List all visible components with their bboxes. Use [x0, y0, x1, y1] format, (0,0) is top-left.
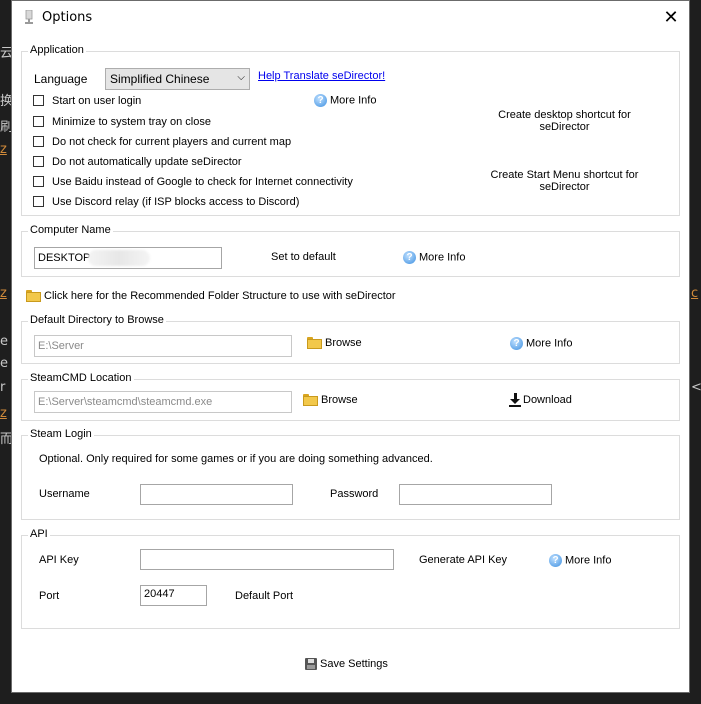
- no-auto-update-checkbox[interactable]: [33, 156, 44, 167]
- application-group: Application Language Simplified Chinese …: [21, 44, 680, 216]
- start-on-login-checkbox[interactable]: [33, 95, 44, 106]
- background-text: z: [0, 142, 7, 157]
- port-input[interactable]: 20447: [140, 585, 207, 606]
- password-input[interactable]: [399, 484, 552, 505]
- more-info-label: More Info: [526, 337, 573, 350]
- download-icon: [509, 393, 521, 407]
- computer-name-value: DESKTOP: [38, 252, 91, 264]
- save-icon: [305, 658, 317, 671]
- steam-login-legend: Steam Login: [28, 428, 94, 440]
- steam-login-note: Optional. Only required for some games o…: [39, 453, 433, 465]
- background-text: z: [0, 286, 7, 301]
- folder-structure-link[interactable]: Click here for the Recommended Folder St…: [26, 290, 396, 303]
- browse-label: Browse: [325, 337, 362, 349]
- background-text: r: [0, 380, 6, 395]
- api-legend: API: [28, 528, 50, 540]
- computer-name-legend: Computer Name: [28, 224, 113, 236]
- more-info-label: More Info: [330, 94, 377, 107]
- api-group: API API Key Generate API Key ? More Info …: [21, 528, 680, 629]
- window-title: Options: [42, 10, 93, 25]
- computer-name-group: Computer Name DESKTOP Set to default ? Mo…: [21, 224, 680, 277]
- help-translate-link[interactable]: Help Translate seDirector!: [258, 70, 385, 82]
- download-button[interactable]: Download: [509, 393, 572, 407]
- checkbox-label: Do not automatically update seDirector: [52, 156, 242, 168]
- no-player-check-checkbox[interactable]: [33, 136, 44, 147]
- checkbox-label: Use Discord relay (if ISP blocks access …: [52, 196, 300, 208]
- checkbox-label: Use Baidu instead of Google to check for…: [52, 176, 353, 188]
- username-input[interactable]: [140, 484, 293, 505]
- app-icon: [25, 10, 33, 24]
- default-port-button[interactable]: Default Port: [235, 590, 293, 602]
- chevron-down-icon: ⌵: [237, 72, 245, 83]
- checkbox-label: Do not check for current players and cur…: [52, 136, 292, 148]
- more-info-label: More Info: [565, 554, 612, 567]
- default-directory-group: Default Directory to Browse E:\Server Br…: [21, 314, 680, 364]
- info-icon: ?: [510, 337, 523, 350]
- title-bar: Options ✕: [12, 1, 689, 33]
- info-icon: ?: [314, 94, 327, 107]
- api-key-input[interactable]: [140, 549, 394, 570]
- api-key-label: API Key: [39, 554, 79, 566]
- background-text: e: [0, 356, 8, 371]
- redacted-blur: [88, 250, 150, 266]
- info-icon: ?: [403, 251, 416, 264]
- background-text: c: [691, 286, 699, 301]
- username-label: Username: [39, 488, 90, 500]
- create-desktop-shortcut-button[interactable]: Create desktop shortcut for seDirector: [487, 109, 642, 133]
- folder-icon: [303, 394, 318, 407]
- language-label: Language: [34, 72, 88, 86]
- checkbox-label: Start on user login: [52, 95, 142, 107]
- more-info-button[interactable]: ? More Info: [314, 94, 376, 107]
- info-icon: ?: [549, 554, 562, 567]
- folder-icon: [26, 290, 41, 303]
- create-start-menu-shortcut-button[interactable]: Create Start Menu shortcut for seDirecto…: [487, 169, 642, 193]
- background-text: z: [0, 406, 7, 421]
- folder-structure-label: Click here for the Recommended Folder St…: [44, 290, 396, 302]
- checkbox-label: Minimize to system tray on close: [52, 116, 211, 128]
- steamcmd-location-value: E:\Server\steamcmd\steamcmd.exe: [38, 396, 213, 408]
- steamcmd-group: SteamCMD Location E:\Server\steamcmd\ste…: [21, 372, 680, 421]
- more-info-label: More Info: [419, 251, 466, 264]
- steamcmd-location-input[interactable]: E:\Server\steamcmd\steamcmd.exe: [34, 391, 292, 413]
- application-legend: Application: [28, 44, 86, 56]
- browse-button[interactable]: Browse: [303, 394, 358, 407]
- browse-label: Browse: [321, 394, 358, 406]
- background-text: e: [0, 334, 8, 349]
- default-directory-legend: Default Directory to Browse: [28, 314, 166, 326]
- steamcmd-legend: SteamCMD Location: [28, 372, 134, 384]
- use-baidu-checkbox[interactable]: [33, 176, 44, 187]
- default-directory-value: E:\Server: [38, 340, 84, 352]
- options-window: Options ✕ Application Language Simplifie…: [11, 0, 690, 693]
- set-to-default-button[interactable]: Set to default: [271, 251, 336, 263]
- port-label: Port: [39, 590, 60, 602]
- default-directory-input[interactable]: E:\Server: [34, 335, 292, 357]
- discord-relay-checkbox[interactable]: [33, 196, 44, 207]
- generate-api-key-button[interactable]: Generate API Key: [419, 554, 507, 566]
- steam-login-group: Steam Login Optional. Only required for …: [21, 428, 680, 520]
- language-select-value: Simplified Chinese: [110, 72, 210, 86]
- browse-button[interactable]: Browse: [307, 337, 362, 350]
- more-info-button[interactable]: ? More Info: [549, 554, 611, 567]
- close-icon[interactable]: ✕: [659, 5, 683, 29]
- save-settings-label: Save Settings: [320, 658, 388, 670]
- save-settings-button[interactable]: Save Settings: [305, 658, 388, 671]
- background-text: <: [691, 380, 701, 395]
- more-info-button[interactable]: ? More Info: [403, 251, 465, 264]
- download-label: Download: [523, 393, 572, 406]
- language-select[interactable]: Simplified Chinese ⌵: [105, 68, 250, 90]
- minimize-to-tray-checkbox[interactable]: [33, 116, 44, 127]
- password-label: Password: [330, 488, 379, 500]
- folder-icon: [307, 337, 322, 350]
- more-info-button[interactable]: ? More Info: [510, 337, 572, 350]
